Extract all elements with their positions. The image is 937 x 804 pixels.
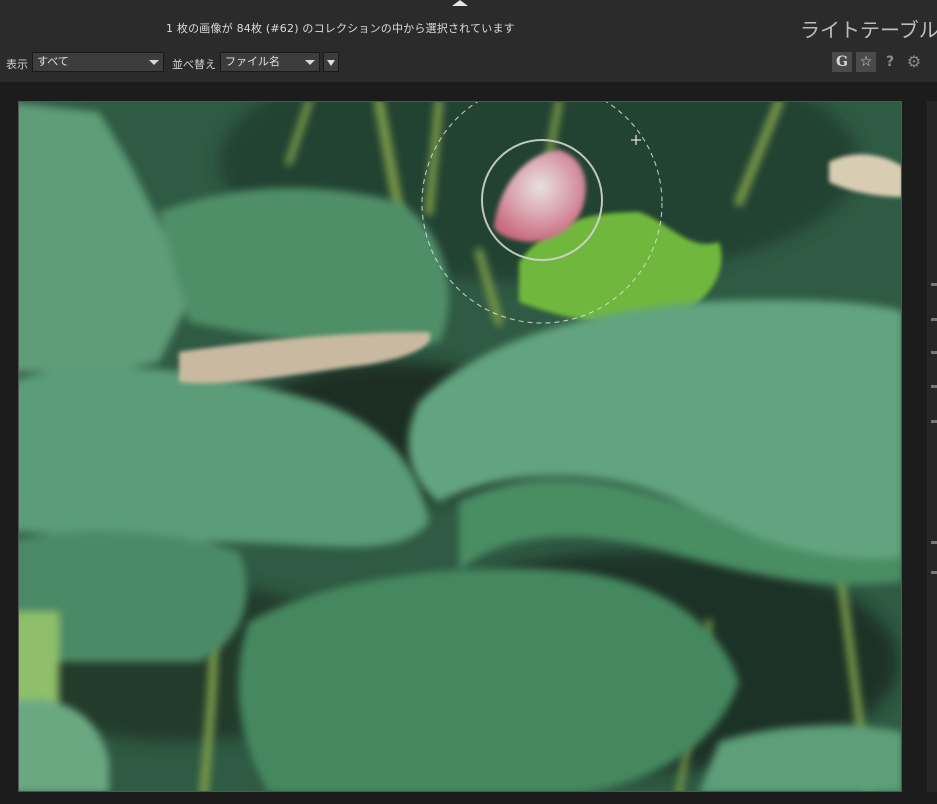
collapse-top-panel-arrow-icon[interactable] [452,0,468,6]
chevron-down-icon [149,60,159,65]
top-panel: 1 枚の画像が 84枚 (#62) のコレクションの中から選択されています ライ… [0,0,937,82]
sort-order-select[interactable]: ファイル名 [220,52,320,72]
display-filter-select[interactable]: すべて [32,52,164,72]
star-overlay-button[interactable]: ☆ [856,52,876,72]
panel-marker [931,351,937,354]
panel-marker [931,283,937,286]
panel-marker [931,420,937,423]
display-label: 表示 [6,58,28,71]
gear-icon[interactable]: ⚙ [904,52,924,72]
sort-label: 並べ替え [172,58,216,71]
panel-marker [931,318,937,321]
sort-order-value: ファイル名 [225,55,280,68]
photo-svg [19,102,901,791]
full-preview-image[interactable] [18,101,902,792]
sort-descending-icon [327,60,335,66]
panel-marker [931,571,937,574]
selection-status-text: 1 枚の画像が 84枚 (#62) のコレクションの中から選択されています [166,22,515,35]
panel-marker [931,385,937,388]
view-title[interactable]: ライトテーブル [800,14,937,43]
grouping-button[interactable]: G [832,52,852,72]
chevron-down-icon [305,60,315,65]
sort-direction-toggle[interactable] [323,52,339,72]
panel-marker [931,541,937,544]
display-filter-value: すべて [37,55,69,68]
help-button[interactable]: ? [880,52,900,72]
right-side-panel-edge[interactable] [927,101,937,792]
